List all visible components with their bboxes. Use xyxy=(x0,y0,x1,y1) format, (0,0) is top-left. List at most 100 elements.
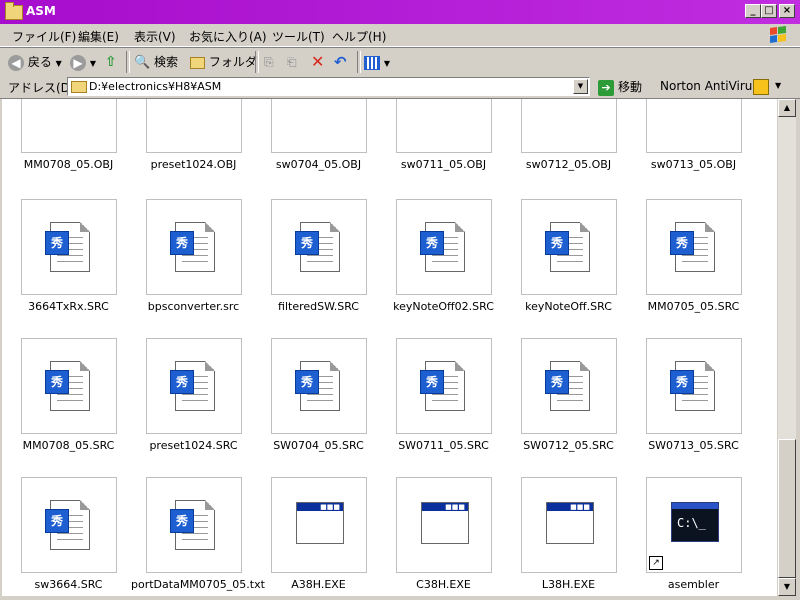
views-button[interactable]: ▼ xyxy=(364,52,390,72)
menu-view[interactable]: 表示(V) xyxy=(134,28,176,45)
file-thumbnail[interactable]: 秀 xyxy=(271,199,367,295)
file-thumbnail[interactable]: 秀 xyxy=(646,199,742,295)
file-name-label[interactable]: 3664TxRx.SRC xyxy=(6,300,131,313)
file-thumbnail[interactable] xyxy=(271,99,367,153)
file-thumbnail[interactable]: 秀 xyxy=(21,199,117,295)
norton-antivirus-link[interactable]: Norton AntiVirus xyxy=(660,79,759,93)
move-to-icon: ⎘ xyxy=(264,55,274,69)
application-window-icon: ■■■ xyxy=(296,502,344,544)
chevron-down-icon: ▼ xyxy=(383,59,390,68)
file-name-label[interactable]: sw3664.SRC xyxy=(6,578,131,591)
up-folder-icon: ⇧ xyxy=(105,54,117,70)
back-arrow-icon: ◀ xyxy=(8,54,24,71)
file-thumbnail[interactable]: 秀 xyxy=(396,338,492,434)
file-thumbnail[interactable]: 秀 xyxy=(146,199,242,295)
menu-file[interactable]: ファイル(F) xyxy=(12,28,76,45)
close-button[interactable]: × xyxy=(779,4,795,18)
file-name-label[interactable]: keyNoteOff02.SRC xyxy=(381,300,506,313)
file-thumbnail[interactable]: 秀 xyxy=(646,338,742,434)
file-name-label[interactable]: sw0712_05.OBJ xyxy=(506,158,631,171)
file-name-label[interactable]: filteredSW.SRC xyxy=(256,300,381,313)
menu-edit[interactable]: 編集(E) xyxy=(78,28,119,45)
norton-icon xyxy=(753,79,769,95)
file-thumbnail[interactable]: C:\_ ↗ xyxy=(646,477,742,573)
file-thumbnail[interactable] xyxy=(396,99,492,153)
hidemaru-document-icon: 秀 xyxy=(45,361,90,411)
application-window-icon: ■■■ xyxy=(421,502,469,544)
folders-button[interactable]: フォルダ xyxy=(190,52,257,72)
back-button[interactable]: ◀ 戻る ▼ xyxy=(8,52,62,72)
scroll-up-button[interactable]: ▲ xyxy=(778,99,796,117)
file-thumbnail[interactable] xyxy=(646,99,742,153)
scroll-thumb[interactable] xyxy=(778,439,796,578)
move-to-button[interactable]: ⎘ xyxy=(264,52,274,72)
scroll-down-button[interactable]: ▼ xyxy=(778,578,796,596)
hidemaru-badge: 秀 xyxy=(545,231,569,255)
file-name-label[interactable]: preset1024.SRC xyxy=(131,439,256,452)
go-button[interactable]: ➔ 移動 xyxy=(598,78,642,96)
menu-help[interactable]: ヘルプ(H) xyxy=(332,28,386,45)
file-name-label[interactable]: SW0711_05.SRC xyxy=(381,439,506,452)
delete-button[interactable]: ✕ xyxy=(311,52,324,72)
forward-button[interactable]: ▶ ▼ xyxy=(70,52,96,72)
file-thumbnail[interactable] xyxy=(21,99,117,153)
hidemaru-document-icon: 秀 xyxy=(170,222,215,272)
file-name-label[interactable]: MM0705_05.SRC xyxy=(631,300,756,313)
up-folder-button[interactable]: ⇧ xyxy=(105,52,117,72)
hidemaru-badge: 秀 xyxy=(545,370,569,394)
file-name-label[interactable]: SW0712_05.SRC xyxy=(506,439,631,452)
vertical-scrollbar[interactable]: ▲ ▼ xyxy=(778,99,796,596)
file-thumbnail[interactable]: 秀 xyxy=(146,477,242,573)
file-thumbnail[interactable]: 秀 xyxy=(521,199,617,295)
search-button[interactable]: 🔍 検索 xyxy=(134,52,178,72)
file-name-label[interactable]: keyNoteOff.SRC xyxy=(506,300,631,313)
address-box: ▼ xyxy=(67,77,590,96)
file-thumbnail[interactable]: 秀 xyxy=(146,338,242,434)
file-thumbnail[interactable]: 秀 xyxy=(21,338,117,434)
file-thumbnail[interactable]: 秀 xyxy=(21,477,117,573)
address-bar: アドレス(D) ▼ ➔移動 Norton AntiVirus ▼ xyxy=(0,76,800,99)
folder-icon xyxy=(5,2,23,20)
file-thumbnail[interactable]: 秀 xyxy=(521,338,617,434)
file-thumbnail[interactable]: ■■■ xyxy=(271,477,367,573)
file-name-label[interactable]: preset1024.OBJ xyxy=(131,158,256,171)
file-name-label[interactable]: sw0711_05.OBJ xyxy=(381,158,506,171)
search-icon: 🔍 xyxy=(134,55,151,70)
menu-tools[interactable]: ツール(T) xyxy=(272,28,325,45)
copy-to-button[interactable]: ⎗ xyxy=(287,52,297,72)
file-thumbnail[interactable]: ■■■ xyxy=(396,477,492,573)
file-name-label[interactable]: portDataMM0705_05.txt xyxy=(131,578,265,591)
file-thumbnail[interactable] xyxy=(521,99,617,153)
address-input[interactable] xyxy=(89,79,569,94)
file-name-label[interactable]: L38H.EXE xyxy=(506,578,631,591)
toolbar-separator xyxy=(255,51,259,73)
file-name-label[interactable]: asembler xyxy=(631,578,756,591)
file-name-label[interactable]: MM0708_05.SRC xyxy=(6,439,131,452)
file-name-label[interactable]: C38H.EXE xyxy=(381,578,506,591)
window-title: ASM xyxy=(26,4,56,18)
file-name-label[interactable]: bpsconverter.src xyxy=(131,300,256,313)
file-name-label[interactable]: SW0713_05.SRC xyxy=(631,439,756,452)
chevron-down-icon[interactable]: ▼ xyxy=(775,81,781,90)
file-name-label[interactable]: sw0713_05.OBJ xyxy=(631,158,756,171)
hidemaru-document-icon: 秀 xyxy=(545,222,590,272)
file-thumbnail[interactable]: ■■■ xyxy=(521,477,617,573)
hidemaru-badge: 秀 xyxy=(170,370,194,394)
file-name-label[interactable]: MM0708_05.OBJ xyxy=(6,158,131,171)
hidemaru-document-icon: 秀 xyxy=(420,361,465,411)
address-dropdown-button[interactable]: ▼ xyxy=(573,79,588,94)
file-thumbnail[interactable] xyxy=(146,99,242,153)
file-name-label[interactable]: SW0704_05.SRC xyxy=(256,439,381,452)
file-name-label[interactable]: A38H.EXE xyxy=(256,578,381,591)
minimize-button[interactable]: _ xyxy=(745,4,761,18)
file-thumbnail[interactable]: 秀 xyxy=(271,338,367,434)
undo-button[interactable]: ↶ xyxy=(334,52,347,72)
hidemaru-document-icon: 秀 xyxy=(45,500,90,550)
hidemaru-badge: 秀 xyxy=(295,370,319,394)
maximize-button[interactable]: □ xyxy=(761,4,777,18)
hidemaru-badge: 秀 xyxy=(670,370,694,394)
file-thumbnail[interactable]: 秀 xyxy=(396,199,492,295)
delete-x-icon: ✕ xyxy=(311,52,325,71)
menu-favorites[interactable]: お気に入り(A) xyxy=(189,28,267,45)
file-name-label[interactable]: sw0704_05.OBJ xyxy=(256,158,381,171)
